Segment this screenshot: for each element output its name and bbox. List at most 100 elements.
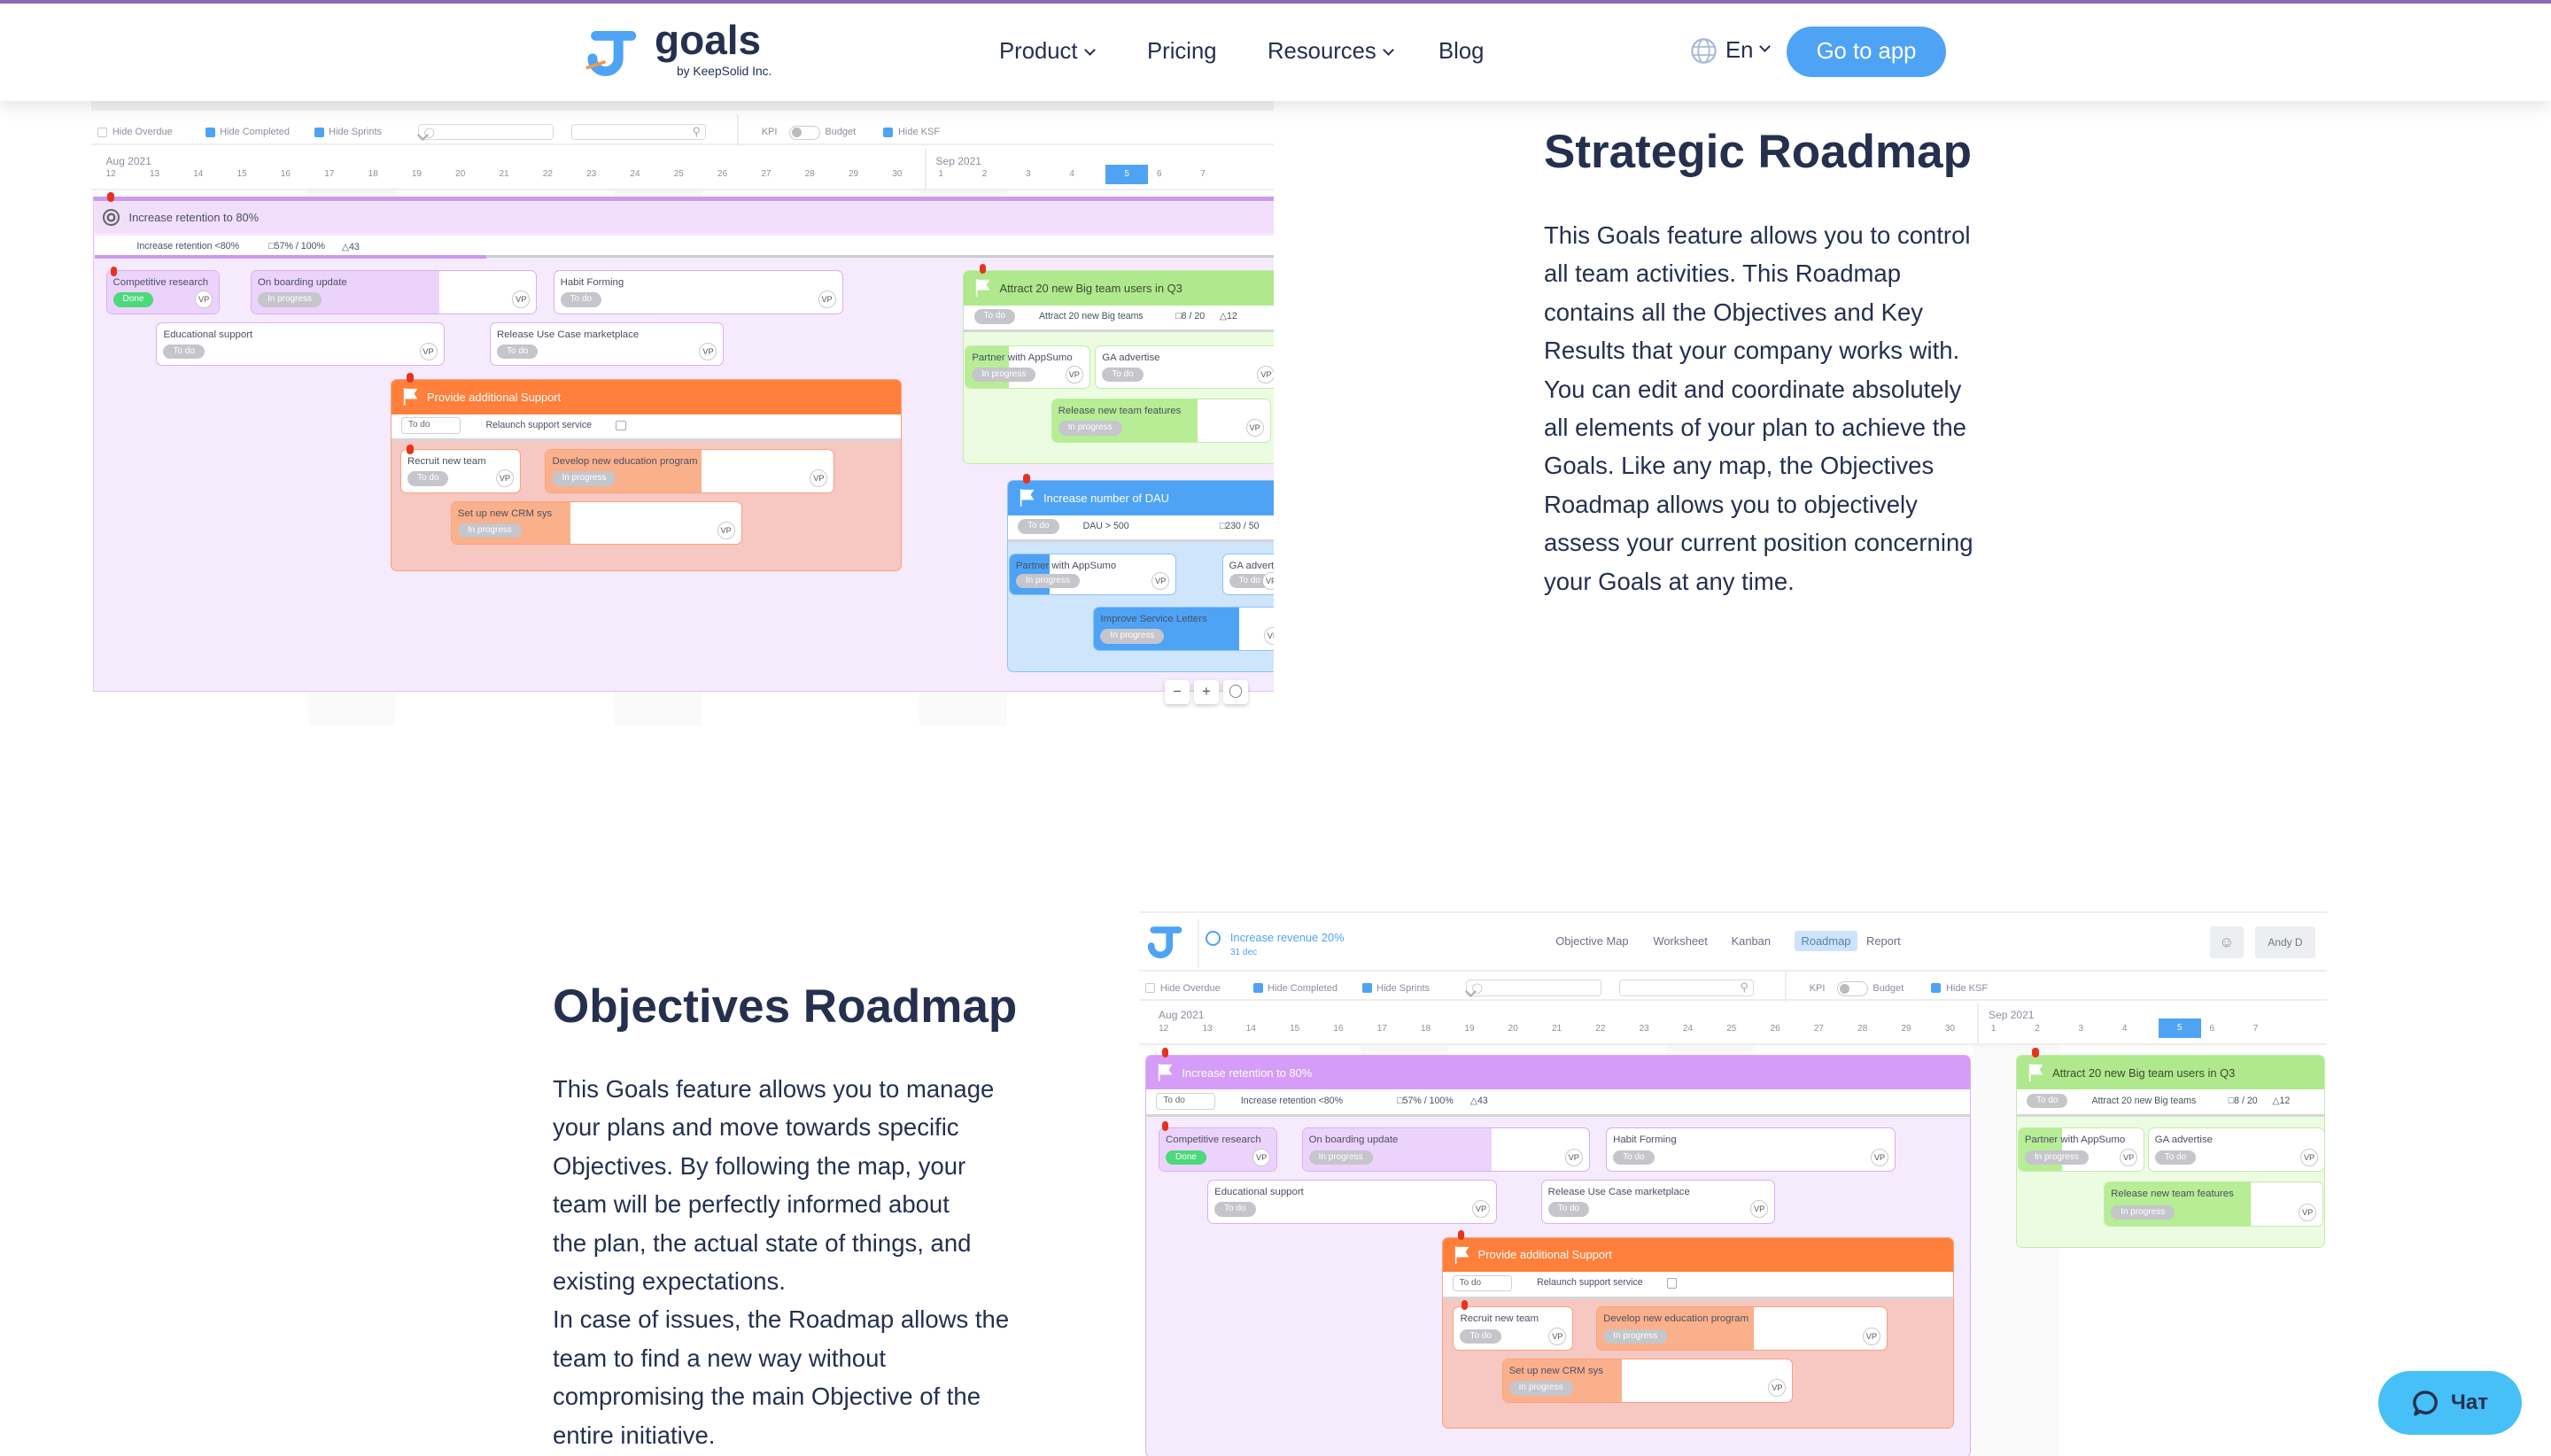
day-label[interactable]: 29 [1895,1024,1918,1034]
task-card[interactable]: GA advertise To do VP [1221,553,1274,596]
status-badge[interactable]: To do [560,292,602,307]
task-card[interactable]: On boarding update In progress VP [251,270,538,314]
day-label[interactable]: 13 [1196,1024,1219,1034]
kpi-budget-toggle[interactable] [1836,981,1868,996]
day-label[interactable]: 17 [318,169,341,179]
day-label[interactable]: 21 [492,169,516,179]
status-badge[interactable]: To do [1460,1328,1501,1344]
day-label[interactable]: 19 [1458,1024,1481,1034]
status-dropdown[interactable]: To do [1156,1093,1216,1110]
task-card[interactable]: Develop new education program In progres… [1596,1306,1888,1351]
nav-pricing[interactable]: Pricing [1147,39,1217,65]
search-input[interactable]: ⚲ [1618,980,1755,996]
day-label[interactable]: 25 [667,169,690,179]
day-label[interactable]: 27 [755,169,778,179]
task-card[interactable]: Habit Forming To do VP [1606,1127,1896,1173]
day-label[interactable]: 12 [99,169,122,179]
day-label[interactable]: 22 [536,169,559,179]
go-to-app-button[interactable]: Go to app [1787,27,1946,77]
status-badge[interactable]: Done [1166,1150,1206,1166]
status-badge[interactable]: In progress [552,471,616,486]
objective-selector[interactable]: Increase revenue 20% 31 dec [1206,929,1384,962]
day-label[interactable]: 26 [711,169,734,179]
day-label[interactable]: 28 [798,169,821,179]
language-selector[interactable]: En [1690,37,1772,65]
hide-completed-checkbox[interactable]: Hide Completed [1252,983,1338,994]
day-label[interactable]: 29 [842,169,865,179]
hide-ksf-checkbox[interactable]: Hide KSF [883,127,940,137]
status-badge[interactable]: To do [407,471,449,486]
task-card[interactable]: GA advertise To do VP [1095,345,1274,390]
day-label[interactable]: 12 [1152,1024,1175,1034]
nav-resources[interactable]: Resources [1268,39,1394,65]
day-label[interactable]: 1 [1982,1024,2005,1034]
center-target-button[interactable] [1223,679,1248,705]
search-input[interactable]: ⚲ [570,123,707,141]
status-dropdown[interactable]: To do [1452,1274,1512,1292]
status-badge[interactable]: To do [1547,1202,1590,1217]
day-label[interactable]: 7 [1191,169,1214,179]
status-badge[interactable]: In progress [1603,1328,1668,1344]
task-card[interactable]: Recruit new team To do VP [399,449,521,493]
group-header[interactable]: Increase retention to 80% [1146,1055,1970,1090]
task-card[interactable]: Release Use Case marketplace To do VP [490,321,725,367]
group-header[interactable]: Provide additional Support [1442,1237,1954,1273]
day-label[interactable]: 16 [1327,1024,1350,1034]
tab-kanban[interactable]: Kanban [1732,934,1771,948]
task-card[interactable]: Release new team features In progress VP [2104,1181,2324,1228]
group-header[interactable]: Attract 20 new Big team users in Q3 [2017,1055,2324,1090]
hide-sprints-checkbox[interactable]: Hide Sprints [314,127,382,137]
kr-checkbox[interactable] [616,421,626,431]
task-card[interactable]: Improve Service Letters In progress VP [1093,607,1274,651]
day-label[interactable]: 4 [1060,169,1083,179]
status-badge[interactable]: In progress [1508,1381,1573,1396]
status-badge[interactable]: In progress [2111,1204,2175,1220]
zoom-out-button[interactable]: − [1165,679,1190,705]
day-label[interactable]: 27 [1807,1024,1830,1034]
task-card[interactable]: Develop new education program In progres… [545,449,835,493]
day-label[interactable]: 18 [1415,1024,1438,1034]
day-today[interactable]: 5 [1105,164,1149,184]
day-label[interactable]: 3 [1017,169,1040,179]
kr-checkbox[interactable] [1667,1278,1678,1289]
logo[interactable]: goals by KeepSolid Inc. [583,17,787,84]
task-card[interactable]: Educational support To do VP [1207,1180,1498,1224]
day-label[interactable]: 21 [1546,1024,1569,1034]
day-label[interactable]: 17 [1370,1024,1393,1034]
task-card[interactable]: On boarding update In progress VP [1301,1127,1590,1173]
status-badge[interactable]: In progress [1015,573,1080,589]
day-label[interactable]: 19 [405,169,428,179]
zoom-in-button[interactable]: + [1194,679,1219,705]
status-badge[interactable]: Done [112,292,154,307]
day-label[interactable]: 30 [886,169,909,179]
task-card[interactable]: Educational support To do VP [156,321,445,367]
status-badge[interactable]: To do [1613,1150,1655,1166]
day-label[interactable]: 14 [1239,1024,1262,1034]
status-badge[interactable]: In progress [1308,1150,1373,1166]
day-label[interactable]: 7 [2245,1024,2268,1034]
status-badge[interactable]: In progress [1100,629,1165,644]
day-label[interactable]: 23 [1632,1024,1655,1034]
tab-objective-map[interactable]: Objective Map [1555,934,1628,948]
status-badge[interactable]: In progress [1058,421,1122,436]
status-badge[interactable]: To do [973,309,1015,324]
day-label[interactable]: 15 [1283,1024,1307,1034]
status-badge[interactable]: To do [163,344,205,360]
day-label[interactable]: 4 [2113,1024,2136,1034]
status-dropdown[interactable]: To do [400,417,461,434]
task-card[interactable]: Competitive research Done VP [105,270,221,314]
day-label[interactable]: 13 [143,169,167,179]
tab-roadmap[interactable]: Roadmap [1795,931,1857,951]
task-card[interactable]: Partner with AppSumo In progress VP [965,345,1090,390]
day-label[interactable]: 2 [973,169,996,179]
day-label[interactable]: 16 [274,169,297,179]
status-badge[interactable]: In progress [2024,1150,2089,1166]
day-label[interactable]: 24 [624,169,647,179]
task-card[interactable]: Release new team features In progress VP [1051,399,1271,443]
task-card[interactable]: Set up new CRM sys In progress VP [1501,1359,1794,1403]
group-header[interactable]: Provide additional Support [391,380,901,414]
status-badge[interactable]: In progress [258,292,322,307]
task-card[interactable]: Partner with AppSumo In progress VP [2017,1127,2145,1173]
group-header[interactable]: Increase number of DAU [1008,480,1274,515]
task-card[interactable]: Habit Forming To do VP [553,270,843,314]
